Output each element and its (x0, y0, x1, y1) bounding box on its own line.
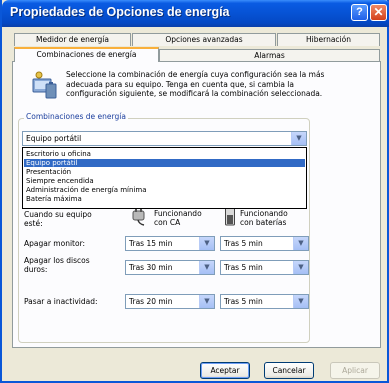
scheme-select[interactable]: Equipo portátil ▼ (22, 131, 307, 146)
setting-label: Apagar monitor: (24, 239, 86, 248)
battery-column-header: Funcionando con baterías (240, 209, 288, 227)
dropdown-option[interactable]: Batería máxima (24, 195, 305, 203)
standby-battery-select[interactable]: Tras 5 min ▼ (220, 294, 309, 309)
settings-header-label: Cuando su equipo esté: (24, 210, 92, 228)
disks-battery-select[interactable]: Tras 5 min ▼ (220, 260, 309, 275)
window-title: Propiedades de Opciones de energía (10, 5, 230, 19)
chevron-down-icon[interactable]: ▼ (293, 295, 308, 308)
help-button[interactable]: ? (351, 4, 368, 21)
chevron-down-icon[interactable]: ▼ (293, 261, 308, 274)
tab-medidor[interactable]: Medidor de energía (14, 33, 131, 46)
disks-ac-select[interactable]: Tras 30 min ▼ (125, 260, 215, 275)
standby-ac-select[interactable]: Tras 20 min ▼ (125, 294, 215, 309)
disks-ac-value: Tras 30 min (129, 263, 173, 272)
power-options-dialog: Propiedades de Opciones de energía ? ✕ M… (0, 0, 389, 383)
chevron-down-icon[interactable]: ▼ (199, 295, 214, 308)
chevron-down-icon[interactable]: ▼ (293, 237, 308, 250)
title-bar[interactable]: Propiedades de Opciones de energía ? ✕ (2, 0, 389, 27)
dropdown-option[interactable]: Administración de energía mínima (24, 186, 305, 194)
close-button[interactable]: ✕ (370, 4, 387, 21)
tab-hibernacion[interactable]: Hibernación (277, 33, 380, 46)
cancel-button[interactable]: Cancelar (264, 362, 314, 379)
monitor-ac-select[interactable]: Tras 15 min ▼ (125, 236, 215, 251)
chevron-down-icon[interactable]: ▼ (291, 132, 306, 145)
scheme-description: Seleccione la combinación de energía cuy… (66, 70, 325, 98)
standby-battery-value: Tras 5 min (224, 297, 263, 306)
standby-ac-value: Tras 20 min (129, 297, 173, 306)
dropdown-option[interactable]: Presentación (24, 168, 305, 176)
apply-button[interactable]: Aplicar (330, 362, 380, 379)
dropdown-option[interactable]: Escritorio u oficina (24, 150, 305, 158)
chevron-down-icon[interactable]: ▼ (199, 237, 214, 250)
accept-button[interactable]: Aceptar (200, 362, 250, 379)
dropdown-option-selected[interactable]: Equipo portátil (24, 159, 305, 167)
disks-battery-value: Tras 5 min (224, 263, 263, 272)
setting-label: Apagar los discos duros: (24, 256, 90, 274)
power-options-icon (30, 70, 60, 100)
tab-opciones-avanzadas[interactable]: Opciones avanzadas (132, 33, 276, 46)
chevron-down-icon[interactable]: ▼ (199, 261, 214, 274)
monitor-ac-value: Tras 15 min (129, 239, 173, 248)
scheme-select-value: Equipo portátil (26, 134, 82, 143)
monitor-battery-value: Tras 5 min (224, 239, 263, 248)
setting-label: Pasar a inactividad: (24, 297, 98, 306)
ac-column-header: Funcionando con CA (154, 209, 202, 227)
scheme-dropdown-list: Escritorio u oficina Equipo portátil Pre… (22, 147, 307, 209)
scheme-group-legend: Combinaciones de energía (24, 112, 128, 121)
monitor-battery-select[interactable]: Tras 5 min ▼ (220, 236, 309, 251)
dropdown-option[interactable]: Siempre encendida (24, 177, 305, 185)
tab-combinaciones[interactable]: Combinaciones de energía (14, 47, 159, 62)
